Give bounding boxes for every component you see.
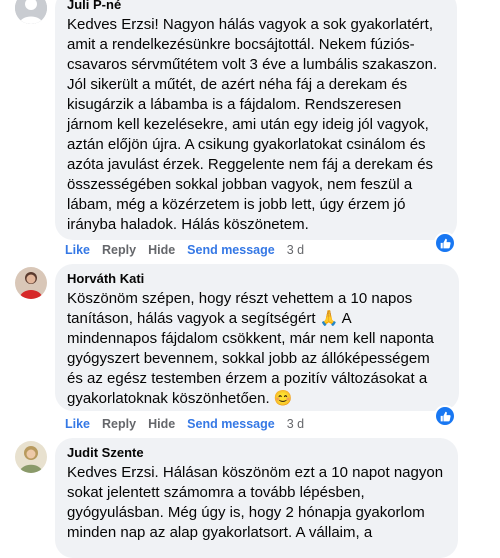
comment-bubble: Horváth Kati Köszönöm szépen, hogy részt… [55, 264, 459, 411]
reaction-badge[interactable] [434, 232, 456, 254]
comment-line: mindennapos fájdalom csökkent, már nem k… [67, 330, 434, 347]
comment-line: Jól sikerült a műtét, de azért néha fáj … [67, 76, 408, 93]
timestamp[interactable]: 3 d [287, 417, 304, 431]
comment-line: irányba haladok. Hálás köszönetem. [67, 216, 309, 233]
reply-button[interactable]: Reply [102, 243, 136, 257]
comment-line: Kedves Erzsi! Nagyon hálás vagyok a sok … [67, 16, 434, 33]
send-message-button[interactable]: Send message [187, 417, 275, 431]
avatar[interactable] [15, 267, 47, 299]
comment-line: amit a rendelkezésünkre bocsájtottál. Ne… [67, 36, 415, 53]
comment-author[interactable]: Juli P-né [67, 0, 445, 13]
comment-line: gyógyszert bevennem, sokkal jobb az álló… [67, 350, 430, 367]
comment-line: és az egész testemben érzem a pozitív vá… [67, 370, 428, 387]
comment-line: összességében sokkal jobban vagyok, nem … [67, 176, 413, 193]
comment-line: Köszönöm szépen, hogy részt vehettem a 1… [67, 290, 413, 307]
comment-line: csavaros sérvműtétem volt 3 éve a lumbál… [67, 56, 438, 73]
comment-bubble: Judit Szente Kedves Erzsi. Hálásan köszö… [55, 438, 458, 558]
timestamp[interactable]: 3 d [287, 243, 304, 257]
profile-photo-icon [15, 267, 47, 299]
comment-text: Kedves Erzsi. Hálásan köszönöm ezt a 10 … [67, 463, 446, 543]
comment-line: lábam, még a közérzetem is jobb lett, úg… [67, 196, 406, 213]
comment-line: aztán előjön újra. A csikung gyakorlatok… [67, 136, 426, 153]
comment-line: gyógyulásban. Még úgy is, hogy 2 hónapja… [67, 504, 425, 521]
comment-actions: Like Reply Hide Send message 3 d [65, 243, 316, 257]
hide-button[interactable]: Hide [148, 417, 175, 431]
reaction-badge[interactable] [434, 405, 456, 427]
comment-author[interactable]: Horváth Kati [67, 271, 447, 287]
comment-line: tanításon, hálás vagyok a segítségért 🙏 … [67, 310, 352, 327]
comment-bubble: Juli P-né Kedves Erzsi! Nagyon hálás vag… [55, 0, 457, 240]
avatar[interactable] [15, 441, 47, 473]
comment-text: Kedves Erzsi! Nagyon hálás vagyok a sok … [67, 15, 445, 235]
comment-line: Kedves Erzsi. Hálásan köszönöm ezt a 10 … [67, 464, 444, 481]
thumbs-up-icon [440, 411, 451, 421]
reply-button[interactable]: Reply [102, 417, 136, 431]
comment-actions: Like Reply Hide Send message 3 d [65, 417, 316, 431]
thumbs-up-icon [440, 238, 451, 248]
profile-photo-icon [15, 441, 47, 473]
like-button[interactable]: Like [65, 417, 90, 431]
comment-line: gyakorlatoknak köszönhetően. 😊 [67, 390, 293, 407]
comment-line: minden nap az alap gyakorlatsort. A váll… [67, 524, 373, 541]
like-button[interactable]: Like [65, 243, 90, 257]
send-message-button[interactable]: Send message [187, 243, 275, 257]
comment-author[interactable]: Judit Szente [67, 445, 446, 461]
comment-line: járnom kell kezelésekre, ami után egy id… [67, 116, 429, 133]
comment-line: azóta javulást érzek. Reggelente nem fáj… [67, 156, 434, 173]
hide-button[interactable]: Hide [148, 243, 175, 257]
comment-line: kisugárzik a lábamba is a fájdalom. Rend… [67, 96, 402, 113]
comment-text: Köszönöm szépen, hogy részt vehettem a 1… [67, 289, 447, 409]
default-avatar-icon [15, 0, 47, 24]
comment-line: sokat jelentett számomra a tovább lépésb… [67, 484, 365, 501]
avatar[interactable] [15, 0, 47, 24]
